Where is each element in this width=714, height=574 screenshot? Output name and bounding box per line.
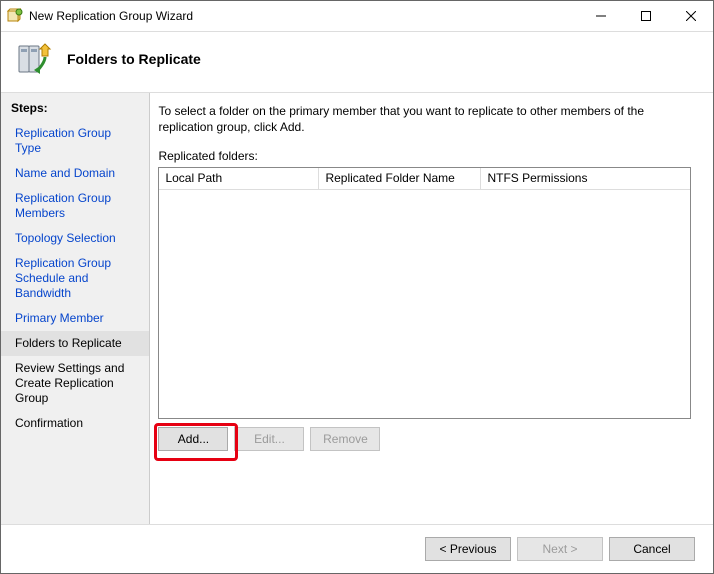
titlebar: New Replication Group Wizard <box>1 1 713 32</box>
app-icon <box>7 8 23 24</box>
next-button: Next > <box>517 537 603 561</box>
wizard-body: Steps: Replication Group Type Name and D… <box>1 93 713 524</box>
maximize-button[interactable] <box>623 2 668 31</box>
step-folders-to-replicate: Folders to Replicate <box>1 331 149 356</box>
replicated-folders-label: Replicated folders: <box>158 149 691 163</box>
window-title: New Replication Group Wizard <box>29 9 193 23</box>
replicated-folders-list[interactable]: Local Path Replicated Folder Name NTFS P… <box>158 167 691 419</box>
close-button[interactable] <box>668 2 713 31</box>
wizard-footer: < Previous Next > Cancel <box>1 524 713 573</box>
column-replicated-folder-name[interactable]: Replicated Folder Name <box>319 168 481 190</box>
steps-heading: Steps: <box>1 101 149 121</box>
column-local-path[interactable]: Local Path <box>159 168 319 190</box>
table-body-empty <box>159 190 690 418</box>
content-pane: To select a folder on the primary member… <box>150 93 713 524</box>
folder-action-buttons: Add... Edit... Remove <box>158 427 691 451</box>
step-confirmation: Confirmation <box>1 411 149 436</box>
page-title: Folders to Replicate <box>67 51 201 67</box>
step-primary-member[interactable]: Primary Member <box>1 306 149 331</box>
step-schedule-and-bandwidth[interactable]: Replication Group Schedule and Bandwidth <box>1 251 149 306</box>
steps-sidebar: Steps: Replication Group Type Name and D… <box>1 93 150 524</box>
wizard-header-icon <box>15 40 53 78</box>
column-ntfs-permissions[interactable]: NTFS Permissions <box>481 168 690 190</box>
previous-button[interactable]: < Previous <box>425 537 511 561</box>
intro-text: To select a folder on the primary member… <box>158 103 691 135</box>
table-header: Local Path Replicated Folder Name NTFS P… <box>159 168 690 190</box>
minimize-button[interactable] <box>578 2 623 31</box>
edit-button: Edit... <box>234 427 304 451</box>
step-review-settings: Review Settings and Create Replication G… <box>1 356 149 411</box>
remove-button: Remove <box>310 427 380 451</box>
wizard-window: New Replication Group Wizard <box>0 0 714 574</box>
wizard-header: Folders to Replicate <box>1 32 713 93</box>
cancel-button[interactable]: Cancel <box>609 537 695 561</box>
step-topology-selection[interactable]: Topology Selection <box>1 226 149 251</box>
step-name-and-domain[interactable]: Name and Domain <box>1 161 149 186</box>
add-button[interactable]: Add... <box>158 427 228 451</box>
step-replication-group-type[interactable]: Replication Group Type <box>1 121 149 161</box>
step-replication-group-members[interactable]: Replication Group Members <box>1 186 149 226</box>
